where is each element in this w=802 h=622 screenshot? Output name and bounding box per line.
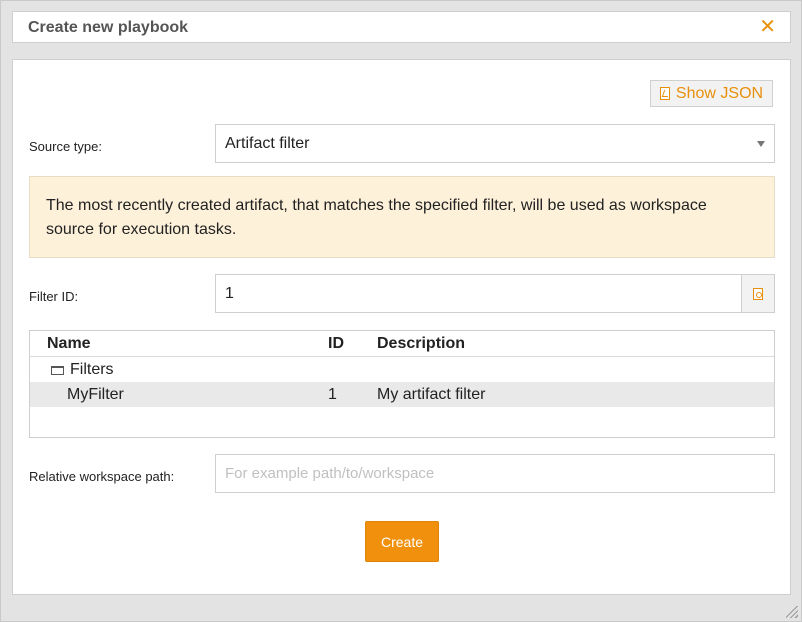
show-json-label: Show JSON — [675, 84, 764, 102]
info-notice: The most recently created artifact, that… — [29, 176, 775, 258]
folder-row[interactable]: Filters — [30, 357, 774, 382]
close-icon[interactable]: ✕ — [759, 15, 776, 39]
relative-path-input[interactable] — [215, 454, 775, 493]
create-button[interactable]: Create — [365, 521, 439, 562]
source-type-label: Source type: — [29, 139, 102, 154]
show-json-button[interactable]: Show JSON — [650, 80, 773, 107]
source-type-select[interactable]: Artifact filter — [215, 124, 775, 163]
resize-grip-icon[interactable] — [786, 606, 798, 618]
dialog-title: Create new playbook — [28, 19, 189, 36]
create-playbook-dialog: Create new playbook ✕ Show JSON Source t… — [0, 0, 802, 622]
filters-table: Name ID Description Filters MyFilter 1 M… — [29, 330, 775, 438]
row-id: 1 — [328, 386, 337, 403]
folder-open-icon — [51, 366, 64, 375]
relative-path-label: Relative workspace path: — [29, 469, 175, 484]
column-header-description: Description — [377, 335, 466, 352]
column-header-id: ID — [328, 335, 344, 352]
row-description: My artifact filter — [377, 386, 486, 403]
filter-id-input[interactable] — [215, 274, 742, 313]
table-header: Name ID Description — [30, 331, 774, 357]
source-type-value: Artifact filter — [225, 135, 310, 152]
filter-lookup-button[interactable] — [741, 274, 775, 313]
table-row[interactable]: MyFilter 1 My artifact filter — [30, 382, 774, 407]
filter-id-label: Filter ID: — [29, 289, 79, 304]
dialog-body: Show JSON Source type: Artifact filter T… — [12, 59, 791, 595]
column-header-name: Name — [47, 335, 91, 352]
lookup-icon — [753, 287, 763, 300]
folder-label: Filters — [70, 361, 114, 378]
chevron-down-icon — [757, 141, 765, 147]
json-file-icon — [659, 87, 670, 100]
row-name: MyFilter — [67, 386, 124, 403]
dialog-titlebar: Create new playbook ✕ — [12, 11, 791, 43]
